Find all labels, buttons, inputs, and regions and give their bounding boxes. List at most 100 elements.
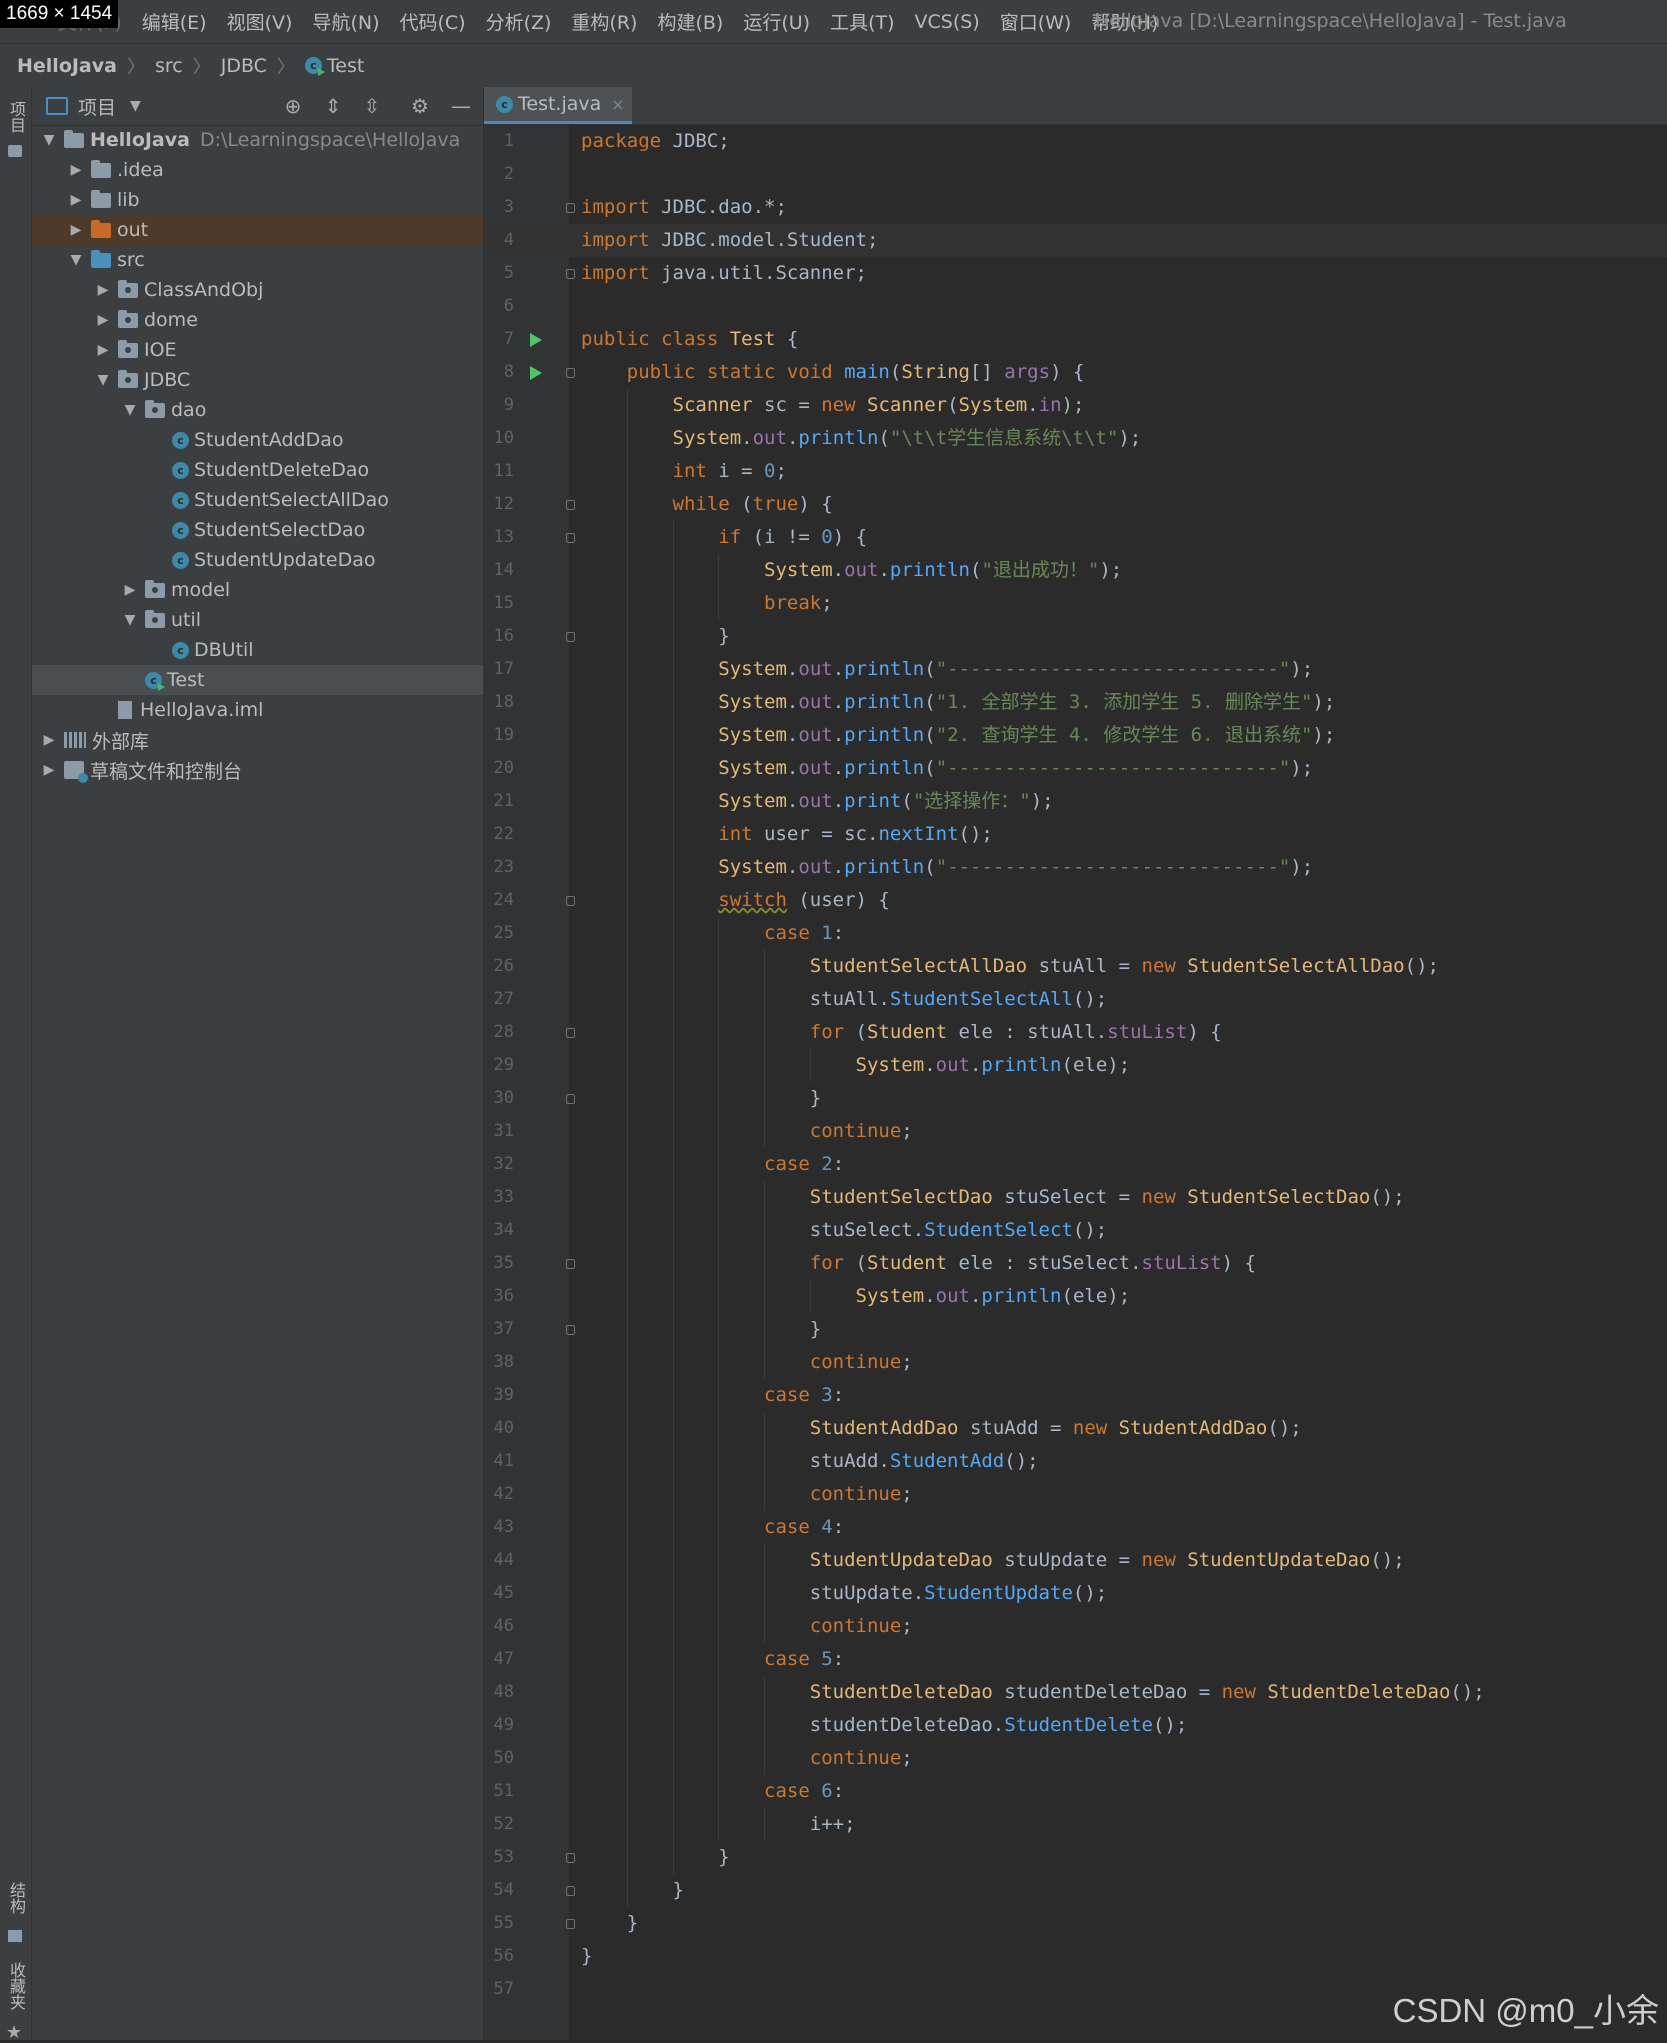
tree-item[interactable]: c DBUtil: [32, 635, 483, 665]
chevron-right-icon[interactable]: ▶: [40, 762, 58, 778]
breadcrumb-project[interactable]: HelloJava: [13, 55, 121, 77]
code-line[interactable]: 27 stuAll.StudentSelectAll();: [484, 983, 1667, 1016]
menu-item-9[interactable]: 工具(T): [820, 8, 904, 35]
tree-item[interactable]: ▼ util: [32, 605, 483, 635]
locate-icon[interactable]: ⊕: [282, 95, 304, 117]
code-line[interactable]: 50 continue;: [484, 1742, 1667, 1775]
tree-item[interactable]: ▼ src: [32, 245, 483, 275]
code-line[interactable]: 25 case 1:: [484, 917, 1667, 950]
code-line[interactable]: 55 }: [484, 1907, 1667, 1940]
code-line[interactable]: 36 System.out.println(ele);: [484, 1280, 1667, 1313]
code-line[interactable]: 56}: [484, 1940, 1667, 1973]
code-line[interactable]: 38 continue;: [484, 1346, 1667, 1379]
code-line[interactable]: 1 package JDBC;: [484, 125, 1667, 158]
tree-item[interactable]: ▼ dao: [32, 395, 483, 425]
code-line[interactable]: 41 stuAdd.StudentAdd();: [484, 1445, 1667, 1478]
tree-item[interactable]: c StudentAddDao: [32, 425, 483, 455]
code-line[interactable]: 43 case 4:: [484, 1511, 1667, 1544]
code-line[interactable]: 31 continue;: [484, 1115, 1667, 1148]
chevron-right-icon[interactable]: ▶: [67, 192, 85, 208]
chevron-down-icon[interactable]: ▼: [121, 402, 139, 418]
collapse-all-icon[interactable]: ⇳: [361, 95, 383, 117]
breadcrumb-file[interactable]: c Test: [301, 55, 368, 77]
fold-icon[interactable]: [566, 1886, 575, 1896]
tree-item[interactable]: ▶ .idea: [32, 155, 483, 185]
code-line[interactable]: 51 case 6:: [484, 1775, 1667, 1808]
code-line[interactable]: 9 Scanner sc = new Scanner(System.in);: [484, 389, 1667, 422]
code-line[interactable]: 7 public class Test {: [484, 323, 1667, 356]
code-line[interactable]: 46 continue;: [484, 1610, 1667, 1643]
code-line[interactable]: 40 StudentAddDao stuAdd = new StudentAdd…: [484, 1412, 1667, 1445]
code-line[interactable]: 35 for (Student ele : stuSelect.stuList)…: [484, 1247, 1667, 1280]
code-line[interactable]: 15 break;: [484, 587, 1667, 620]
code-line[interactable]: 28 for (Student ele : stuAll.stuList) {: [484, 1016, 1667, 1049]
tree-item[interactable]: c StudentSelectDao: [32, 515, 483, 545]
code-line[interactable]: 5 import java.util.Scanner;: [484, 257, 1667, 290]
breadcrumb-src[interactable]: src: [151, 55, 187, 77]
favorites-tool-tab[interactable]: 收藏夹: [3, 1962, 28, 2010]
menu-item-11[interactable]: 窗口(W): [990, 8, 1082, 35]
code-line[interactable]: 30 }: [484, 1082, 1667, 1115]
tree-item[interactable]: ▶ IOE: [32, 335, 483, 365]
tree-item[interactable]: ▶ 外部库: [32, 725, 483, 755]
code-line[interactable]: 48 StudentDeleteDao studentDeleteDao = n…: [484, 1676, 1667, 1709]
expand-all-icon[interactable]: ⇕: [322, 95, 344, 117]
chevron-right-icon[interactable]: ▶: [67, 162, 85, 178]
tree-item[interactable]: c StudentSelectAllDao: [32, 485, 483, 515]
code-line[interactable]: 47 case 5:: [484, 1643, 1667, 1676]
project-panel-title[interactable]: 项目: [78, 93, 116, 120]
code-line[interactable]: 13 if (i != 0) {: [484, 521, 1667, 554]
chevron-right-icon[interactable]: ▶: [94, 312, 112, 328]
structure-tool-tab[interactable]: 结构: [3, 1882, 28, 1914]
code-line[interactable]: 45 stuUpdate.StudentUpdate();: [484, 1577, 1667, 1610]
tab-test-java[interactable]: c Test.java ×: [484, 87, 632, 124]
chevron-right-icon[interactable]: ▶: [121, 582, 139, 598]
fold-icon[interactable]: [566, 1853, 575, 1863]
chevron-right-icon[interactable]: ▶: [40, 732, 58, 748]
code-line[interactable]: 32 case 2:: [484, 1148, 1667, 1181]
code-line[interactable]: 2: [484, 158, 1667, 191]
chevron-down-icon[interactable]: ▼: [67, 252, 85, 268]
menu-item-10[interactable]: VCS(S): [905, 11, 990, 33]
chevron-down-icon[interactable]: ▼: [121, 612, 139, 628]
code-line[interactable]: 20 System.out.println("-----------------…: [484, 752, 1667, 785]
tree-item[interactable]: ▶ lib: [32, 185, 483, 215]
code-line[interactable]: 10 System.out.println("\t\t学生信息系统\t\t");: [484, 422, 1667, 455]
code-line[interactable]: 16 }: [484, 620, 1667, 653]
code-line[interactable]: 53 }: [484, 1841, 1667, 1874]
tree-item[interactable]: ▶ 草稿文件和控制台: [32, 755, 483, 785]
close-icon[interactable]: ×: [611, 95, 624, 114]
code-line[interactable]: 37 }: [484, 1313, 1667, 1346]
code-line[interactable]: 24 switch (user) {: [484, 884, 1667, 917]
chevron-right-icon[interactable]: ▶: [67, 222, 85, 238]
menu-item-1[interactable]: 编辑(E): [132, 8, 217, 35]
code-line[interactable]: 54 }: [484, 1874, 1667, 1907]
tree-item[interactable]: ▶ ClassAndObj: [32, 275, 483, 305]
fold-icon[interactable]: [566, 368, 575, 378]
code-line[interactable]: 23 System.out.println("-----------------…: [484, 851, 1667, 884]
code-line[interactable]: 11 int i = 0;: [484, 455, 1667, 488]
menu-item-5[interactable]: 分析(Z): [476, 8, 562, 35]
code-line[interactable]: 17 System.out.println("-----------------…: [484, 653, 1667, 686]
code-line[interactable]: 44 StudentUpdateDao stuUpdate = new Stud…: [484, 1544, 1667, 1577]
code-line[interactable]: 33 StudentSelectDao stuSelect = new Stud…: [484, 1181, 1667, 1214]
code-line[interactable]: 21 System.out.print("选择操作：");: [484, 785, 1667, 818]
tree-item[interactable]: c StudentDeleteDao: [32, 455, 483, 485]
fold-icon[interactable]: [566, 203, 575, 213]
menu-item-6[interactable]: 重构(R): [561, 8, 647, 35]
fold-icon[interactable]: [566, 1259, 575, 1269]
fold-icon[interactable]: [566, 896, 575, 906]
tree-item[interactable]: ▶ out: [32, 215, 483, 245]
code-line[interactable]: 26 StudentSelectAllDao stuAll = new Stud…: [484, 950, 1667, 983]
minimize-icon[interactable]: —: [450, 95, 472, 117]
code-line[interactable]: 39 case 3:: [484, 1379, 1667, 1412]
fold-icon[interactable]: [566, 1028, 575, 1038]
code-line[interactable]: 42 continue;: [484, 1478, 1667, 1511]
code-line[interactable]: 3 import JDBC.dao.*;: [484, 191, 1667, 224]
code-line[interactable]: 14 System.out.println("退出成功！");: [484, 554, 1667, 587]
menu-item-7[interactable]: 构建(B): [647, 8, 733, 35]
chevron-down-icon[interactable]: ▼: [40, 132, 58, 148]
tree-item[interactable]: ▼ JDBC: [32, 365, 483, 395]
code-line[interactable]: 6: [484, 290, 1667, 323]
breadcrumb-package[interactable]: JDBC: [217, 55, 271, 77]
